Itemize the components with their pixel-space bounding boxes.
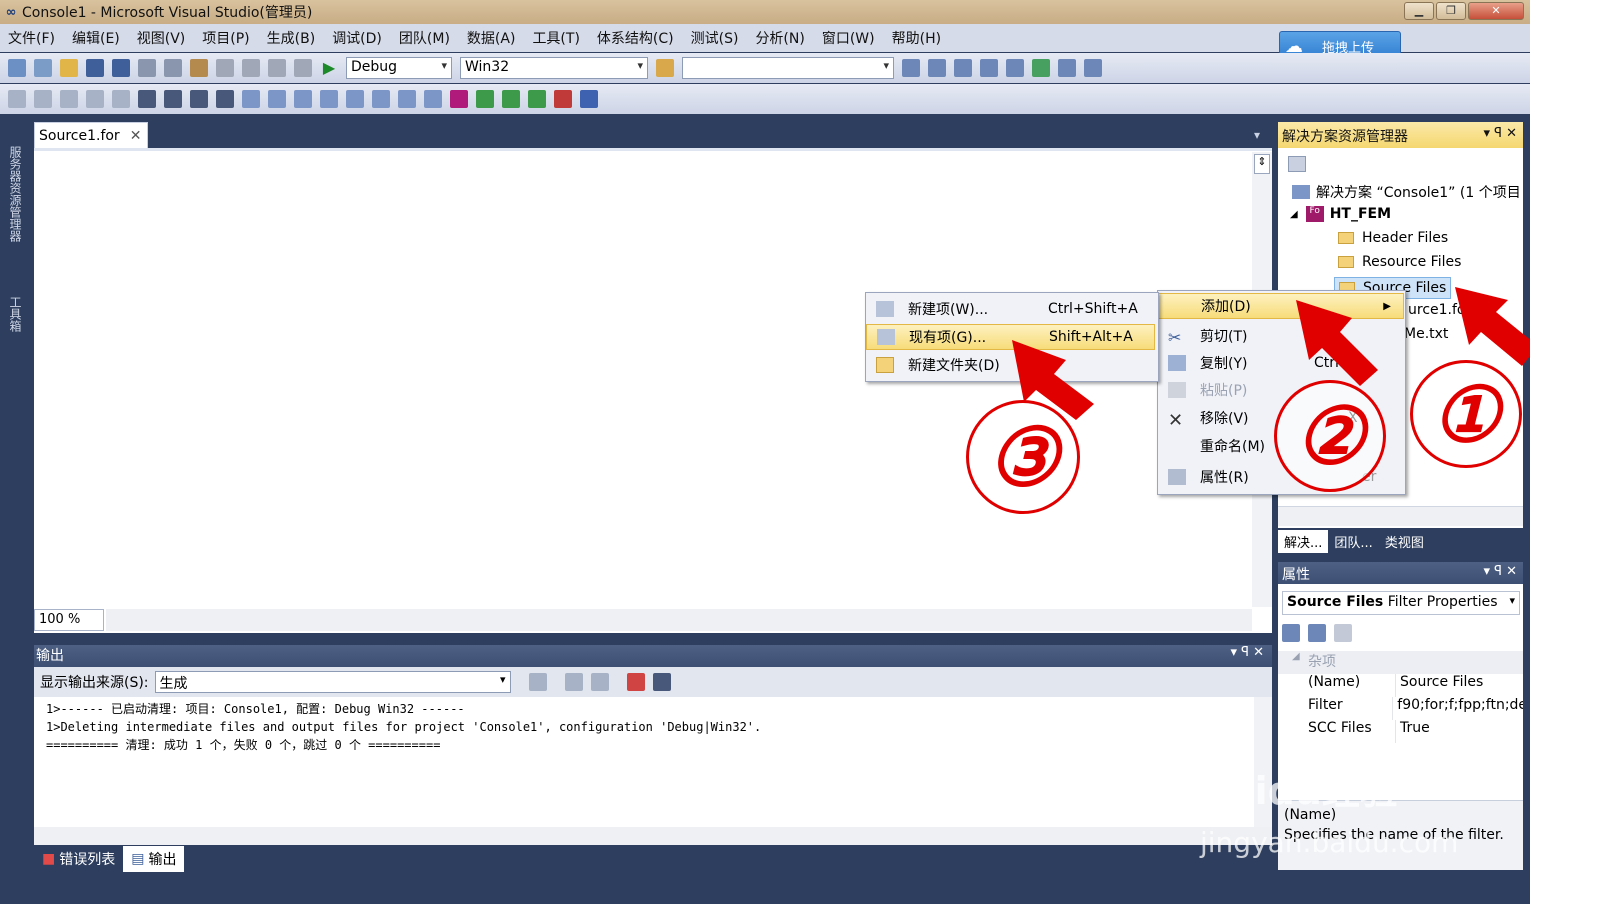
watermark-logo: Baidu经验 bbox=[1200, 769, 1398, 813]
annotation-circle-3: ③ bbox=[966, 400, 1080, 514]
annotation-circle-2: ② bbox=[1274, 380, 1386, 492]
arrow-1-icon bbox=[1455, 287, 1530, 366]
arrow-2-icon bbox=[1296, 300, 1378, 386]
annotation-circle-1: ① bbox=[1410, 360, 1522, 468]
vs-window: ∞ Console1 - Microsoft Visual Studio(管理员… bbox=[0, 0, 1530, 904]
watermark-url: jingyan.baidu.com bbox=[1200, 826, 1459, 859]
